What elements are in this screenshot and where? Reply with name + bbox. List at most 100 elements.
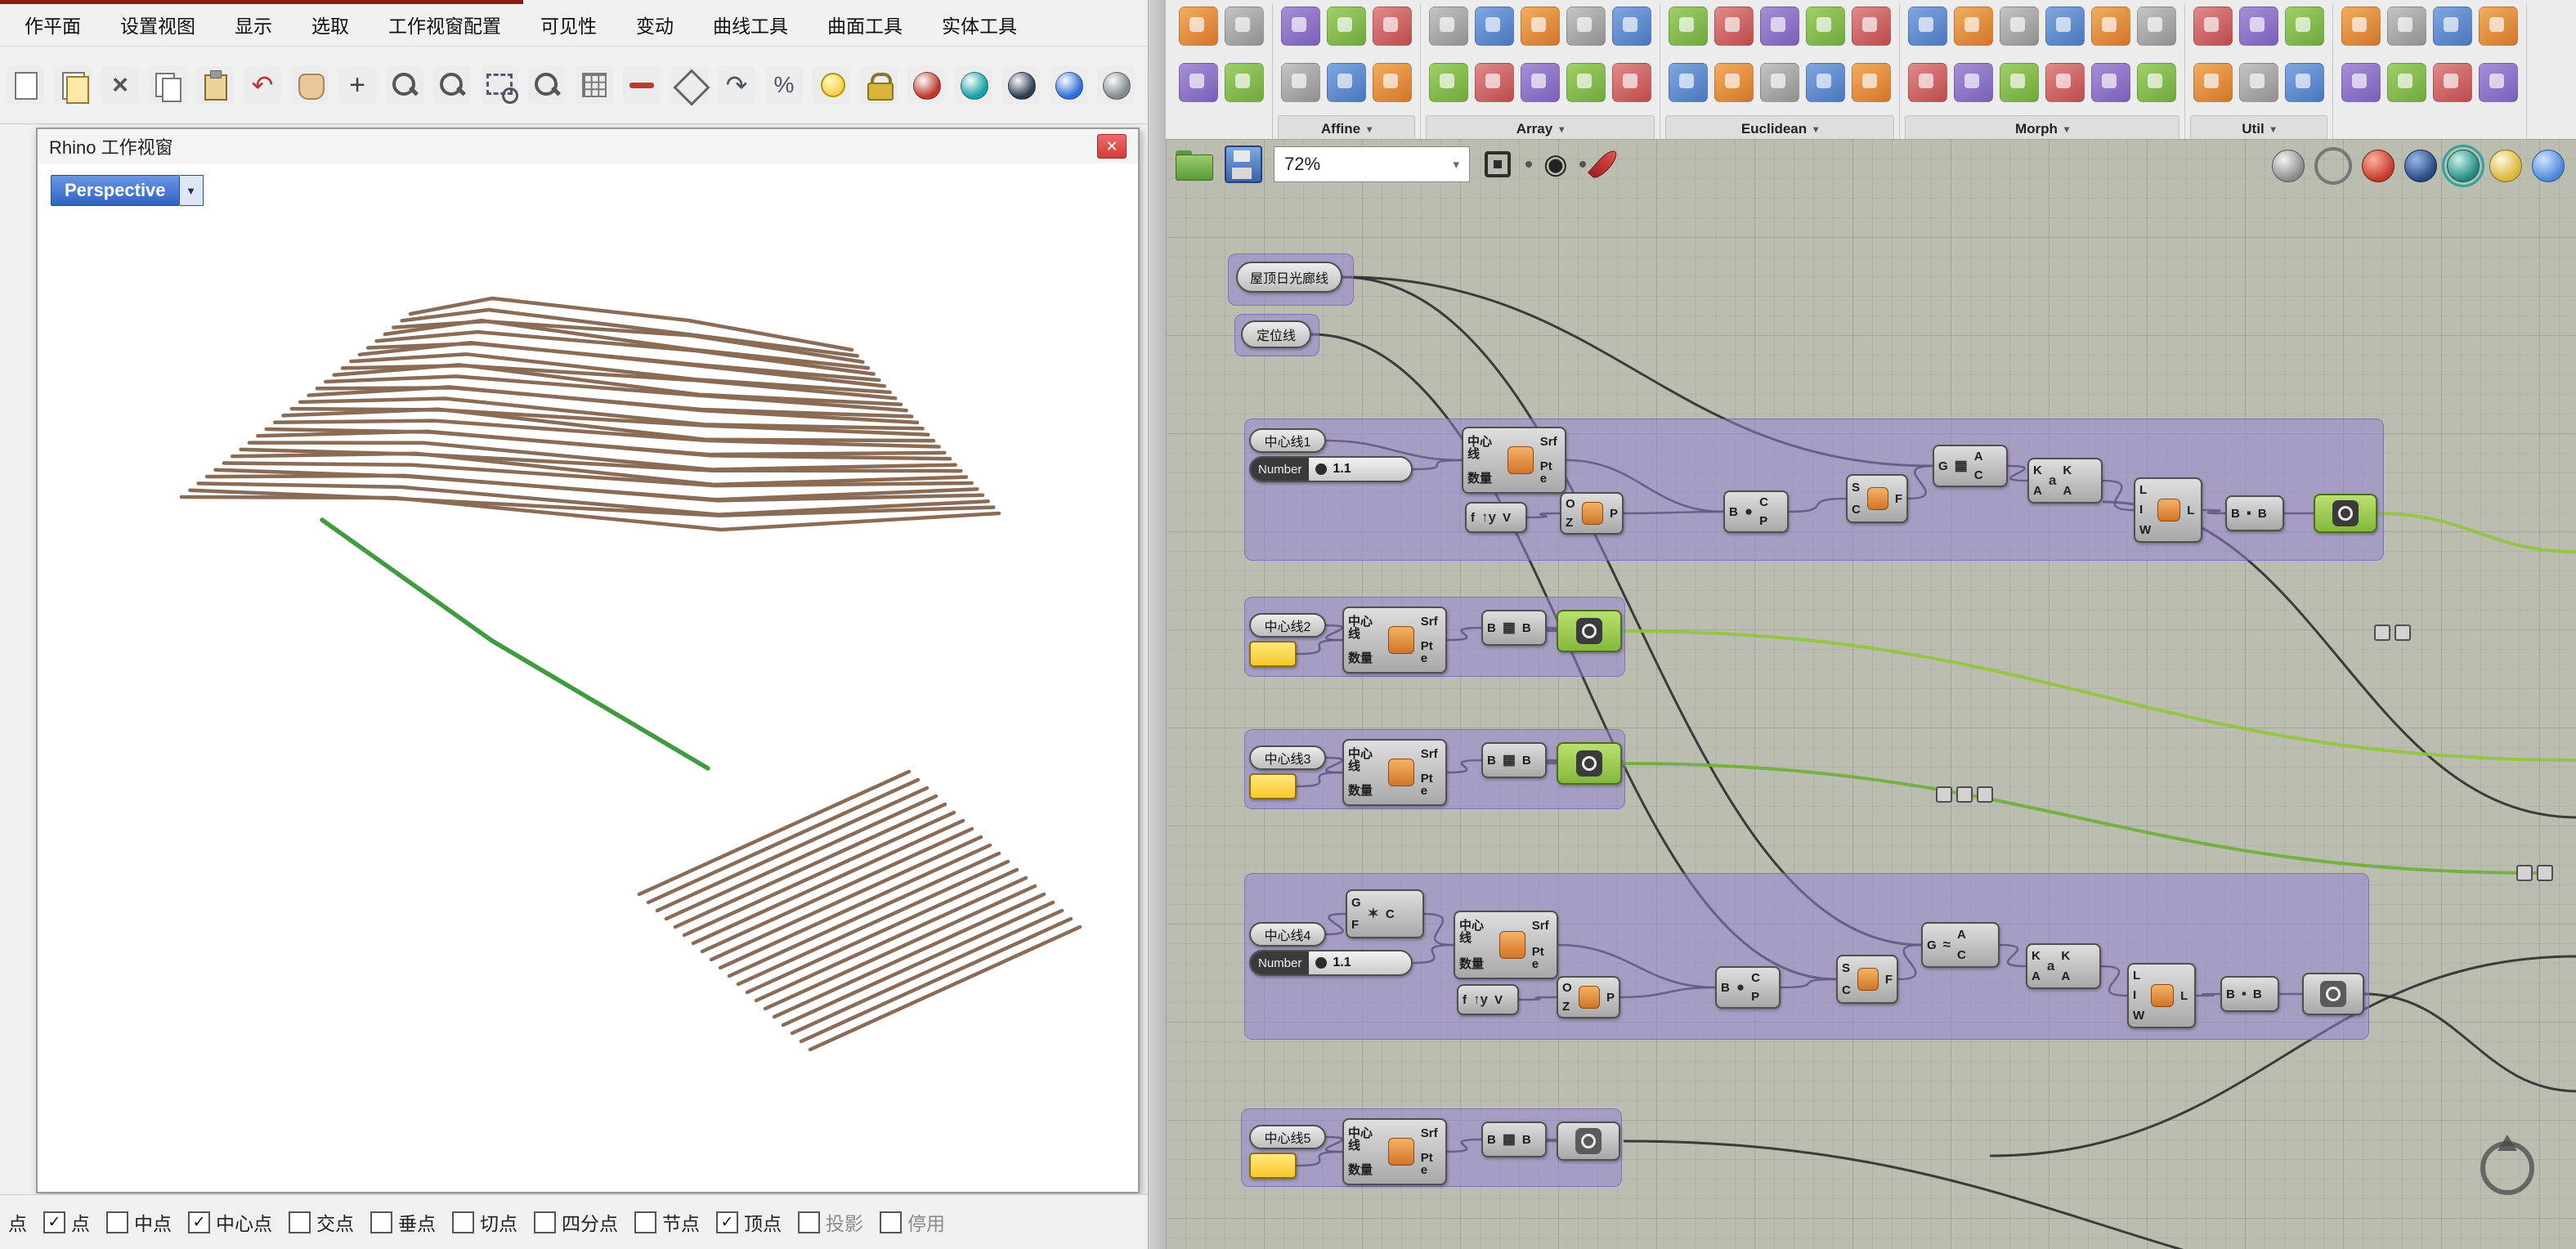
menu-item-7[interactable]: 曲线工具 bbox=[693, 11, 808, 38]
ribbon-icon[interactable] bbox=[2285, 63, 2324, 102]
ribbon-icon[interactable] bbox=[1760, 7, 1799, 46]
port-out[interactable]: Pt e bbox=[1421, 772, 1441, 797]
port-in[interactable]: G bbox=[1938, 460, 1948, 472]
close-icon[interactable]: ✕ bbox=[1097, 134, 1127, 159]
ribbon-icon[interactable] bbox=[2387, 63, 2426, 102]
gh-node-capsule[interactable]: 定位线 bbox=[1241, 320, 1311, 348]
wireframe-sphere-icon[interactable] bbox=[2314, 147, 2352, 185]
ribbon-icon[interactable] bbox=[2000, 63, 2039, 102]
gh-node-mini[interactable]: OZP bbox=[1560, 492, 1624, 535]
gh-node-mini[interactable]: GF✶C bbox=[1346, 889, 1424, 938]
checkbox-unchecked[interactable] bbox=[370, 1211, 392, 1233]
menu-item-9[interactable]: 实体工具 bbox=[922, 11, 1037, 38]
gh-node-comp[interactable]: 中心线数量SrfPt e bbox=[1342, 1118, 1447, 1185]
ribbon-icon[interactable] bbox=[1806, 63, 1845, 102]
gh-node-mini[interactable]: B▪B bbox=[2220, 976, 2279, 1012]
port-out[interactable]: F bbox=[1885, 974, 1893, 986]
ribbon-icon[interactable] bbox=[2137, 63, 2176, 102]
gh-node-capsule[interactable]: 中心线1 bbox=[1249, 428, 1326, 453]
relay-node[interactable] bbox=[1956, 786, 1973, 803]
chevron-down-icon[interactable]: ▼ bbox=[180, 175, 204, 206]
gh-node-capsule[interactable]: 中心线5 bbox=[1249, 1125, 1326, 1149]
zoom-select[interactable]: 72% ▾ bbox=[1274, 146, 1470, 182]
open-file-icon[interactable] bbox=[54, 66, 92, 104]
undo-icon[interactable] bbox=[244, 66, 281, 104]
relay-node[interactable] bbox=[2537, 865, 2553, 881]
checkbox-unchecked[interactable] bbox=[289, 1211, 311, 1233]
slider-knob[interactable] bbox=[1315, 463, 1327, 475]
gh-node-capsule[interactable]: 屋顶日光廊线 bbox=[1236, 262, 1342, 293]
slider-knob[interactable] bbox=[1315, 957, 1327, 969]
zoom-plus-icon[interactable] bbox=[338, 66, 376, 104]
ribbon-icon[interactable] bbox=[1281, 7, 1320, 46]
gh-node-mini[interactable]: f↑yV bbox=[1465, 502, 1527, 533]
render-blue-icon[interactable] bbox=[1050, 66, 1087, 104]
port-in[interactable]: I bbox=[2139, 504, 2151, 516]
port-in[interactable]: 数量 bbox=[1348, 785, 1382, 797]
copy-icon[interactable] bbox=[149, 66, 186, 104]
port-out[interactable]: B bbox=[2253, 988, 2262, 1001]
port-out[interactable]: L bbox=[2187, 504, 2194, 517]
zoom-out-icon[interactable] bbox=[433, 66, 471, 104]
viewport-canvas[interactable]: Perspective ▼ bbox=[38, 163, 1138, 1192]
port-in[interactable]: Z bbox=[1562, 1001, 1572, 1013]
ribbon-icon[interactable] bbox=[1225, 7, 1264, 46]
port-in[interactable]: C bbox=[1852, 504, 1861, 516]
render-ghost-icon[interactable] bbox=[1097, 66, 1135, 104]
ribbon-icon[interactable] bbox=[1327, 63, 1366, 102]
gh-node-mini[interactable]: B▦B bbox=[1481, 610, 1547, 646]
ribbon-icon[interactable] bbox=[1179, 7, 1218, 46]
gh-node-preview[interactable] bbox=[1557, 610, 1622, 652]
relay-node[interactable] bbox=[1936, 786, 1952, 803]
port-in[interactable]: Z bbox=[1566, 517, 1575, 529]
gh-node-preview[interactable] bbox=[2314, 494, 2377, 533]
ribbon-icon[interactable] bbox=[2433, 7, 2472, 46]
port-out[interactable]: K bbox=[2063, 464, 2072, 477]
blue-sphere-icon[interactable] bbox=[2532, 150, 2565, 182]
osnap-垂点[interactable]: 垂点 bbox=[370, 1208, 436, 1236]
ribbon-icon[interactable] bbox=[2091, 63, 2130, 102]
gh-node-mini[interactable]: SCF bbox=[1846, 474, 1908, 523]
menu-item-0[interactable]: 作平面 bbox=[5, 11, 101, 38]
ribbon-icon[interactable] bbox=[2193, 63, 2233, 102]
checkbox-unchecked[interactable] bbox=[798, 1211, 820, 1233]
ribbon-icon[interactable] bbox=[2285, 7, 2324, 46]
zoom-extents-icon[interactable] bbox=[1481, 148, 1514, 181]
red-sphere-icon[interactable] bbox=[2362, 150, 2395, 182]
ribbon-icon[interactable] bbox=[2137, 7, 2176, 46]
gh-node-relay[interactable] bbox=[2374, 623, 2417, 642]
port-out[interactable]: Srf bbox=[1532, 920, 1552, 932]
ribbon-icon[interactable] bbox=[1281, 63, 1320, 102]
port-in[interactable]: F bbox=[1351, 919, 1361, 931]
lock-icon[interactable] bbox=[860, 66, 898, 104]
ribbon-icon[interactable] bbox=[1669, 63, 1708, 102]
port-out[interactable]: A bbox=[2063, 485, 2072, 497]
ribbon-icon[interactable] bbox=[1612, 7, 1651, 46]
menu-item-6[interactable]: 变动 bbox=[616, 11, 693, 38]
menu-item-3[interactable]: 选取 bbox=[292, 11, 369, 38]
menu-item-8[interactable]: 曲面工具 bbox=[808, 11, 922, 38]
ribbon-icon[interactable] bbox=[2239, 7, 2278, 46]
port-in[interactable]: 数量 bbox=[1467, 472, 1501, 485]
port-in[interactable]: B bbox=[1487, 622, 1496, 634]
checkbox-checked[interactable]: ✓ bbox=[43, 1211, 65, 1233]
ribbon-icon[interactable] bbox=[1429, 63, 1468, 102]
gh-node-mini[interactable]: G▦AC bbox=[1933, 445, 2008, 487]
port-in[interactable]: 数量 bbox=[1348, 652, 1382, 665]
hide-icon[interactable] bbox=[623, 66, 661, 104]
gh-node-mini[interactable]: LIWL bbox=[2127, 963, 2196, 1028]
osnap-交点[interactable]: 交点 bbox=[289, 1208, 354, 1236]
menu-item-5[interactable]: 可见性 bbox=[521, 11, 616, 38]
gh-node-slider[interactable]: Number1.1 bbox=[1249, 456, 1413, 482]
checkbox-unchecked[interactable] bbox=[452, 1211, 474, 1233]
gh-node-comp[interactable]: 中心线数量SrfPt e bbox=[1342, 739, 1447, 806]
gh-node-capsule[interactable]: 中心线3 bbox=[1249, 745, 1326, 770]
ribbon-icon[interactable] bbox=[1521, 7, 1560, 46]
port-out[interactable]: K bbox=[2061, 950, 2070, 962]
ribbon-icon[interactable] bbox=[1521, 63, 1560, 102]
slider-track[interactable]: 1.1 bbox=[1309, 458, 1411, 481]
gh-node-comp[interactable]: 中心线数量SrfPt e bbox=[1342, 607, 1447, 674]
port-out[interactable]: L bbox=[2180, 990, 2188, 1002]
menu-item-1[interactable]: 设置视图 bbox=[101, 11, 215, 38]
port-in[interactable]: W bbox=[2139, 524, 2151, 536]
